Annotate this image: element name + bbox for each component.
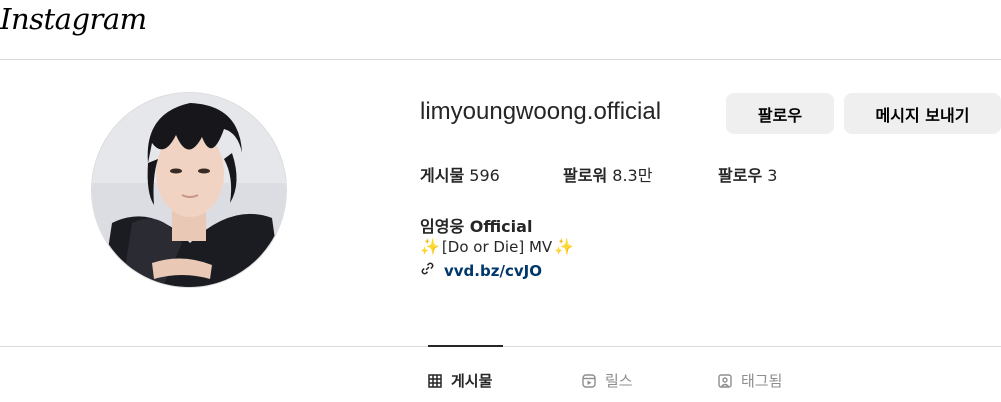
tab-reels[interactable]: 릴스 — [582, 370, 633, 391]
tab-posts[interactable]: 게시물 — [428, 370, 492, 391]
sparkle-icon: ✨ — [554, 237, 575, 256]
tab-reels-label: 릴스 — [605, 372, 633, 390]
stat-following-value: 3 — [767, 166, 778, 185]
link-icon — [420, 261, 435, 280]
sparkle-icon: ✨ — [420, 237, 440, 256]
tab-tagged-label: 태그됨 — [741, 372, 783, 390]
stat-posts-value: 596 — [469, 166, 500, 185]
stat-followers[interactable]: 팔로워 8.3만 — [563, 162, 652, 186]
grid-icon — [428, 373, 442, 388]
profile-avatar[interactable] — [91, 92, 287, 288]
link-url[interactable]: vvd.bz/cvJO — [444, 262, 542, 280]
tab-tagged[interactable]: 태그됨 — [718, 370, 782, 391]
profile-username: limyoungwoong.official — [420, 98, 662, 125]
profile-link[interactable]: vvd.bz/cvJO — [420, 261, 542, 280]
tagged-icon — [718, 373, 732, 388]
bio-text: [Do or Die] MV — [441, 237, 553, 256]
stat-following-label: 팔로우 — [718, 166, 763, 185]
stat-followers-label: 팔로워 — [563, 166, 608, 185]
tab-posts-label: 게시물 — [451, 372, 493, 390]
instagram-logo[interactable]: Instagram — [0, 2, 147, 36]
stat-followers-value: 8.3만 — [612, 166, 653, 185]
stat-posts-label: 게시물 — [420, 166, 465, 185]
reels-icon — [582, 373, 596, 388]
stat-posts: 게시물 596 — [420, 162, 500, 186]
message-button[interactable]: 메시지 보내기 — [844, 93, 1001, 134]
active-tab-indicator — [428, 345, 503, 347]
follow-button[interactable]: 팔로우 — [726, 93, 834, 134]
profile-full-name: 임영웅 Official — [420, 217, 533, 236]
top-header: Instagram — [0, 0, 1001, 60]
profile-bio: ✨ [Do or Die] MV ✨ — [420, 237, 574, 256]
stat-following[interactable]: 팔로우 3 — [718, 162, 777, 186]
